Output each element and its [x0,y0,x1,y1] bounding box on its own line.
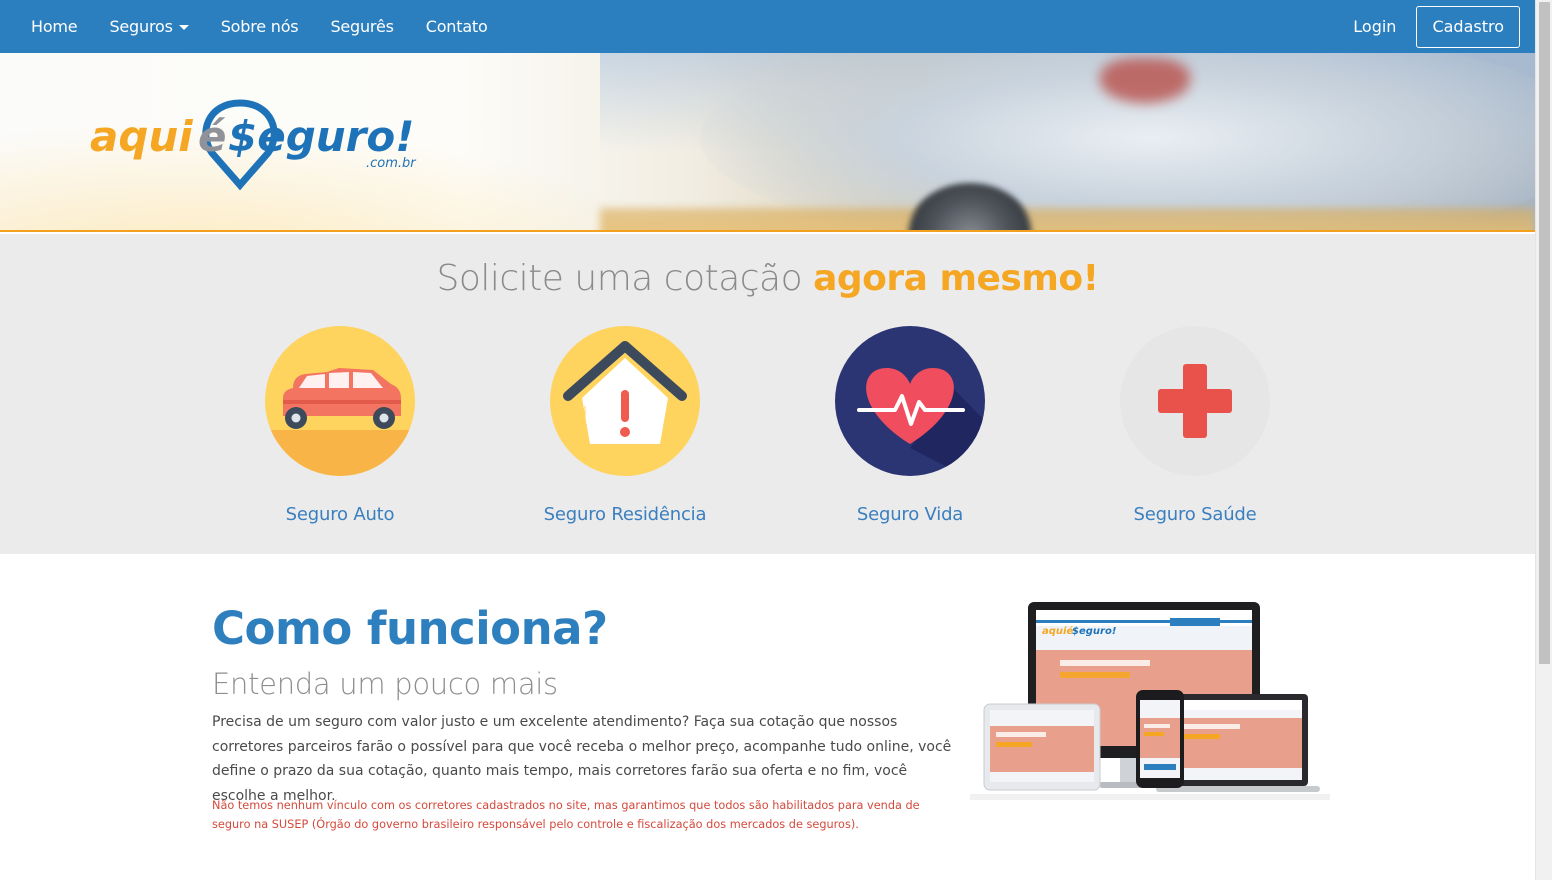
heart-pulse-icon [835,326,985,476]
scrollbar-thumb[interactable] [1539,2,1550,664]
brand-logo-svg: aqui é $eguro! .com.br [90,99,417,191]
brand-domain-text: .com.br [366,156,417,171]
option-saude-label: Seguro Saúde [1133,504,1257,525]
brand-seguro-text: $eguro! [228,112,414,161]
hero-accent-line [0,230,1535,232]
nav-home-label: Home [31,17,78,36]
nav-contato-label: Contato [425,17,488,36]
nav-contato[interactable]: Contato [410,0,504,53]
car-icon [265,326,415,476]
nav-account: Login Cadastro [1353,0,1520,53]
nav-segures[interactable]: Segurês [314,0,409,53]
quote-title-highlight: agora mesmo! [813,258,1099,299]
option-auto-label: Seguro Auto [285,504,395,525]
nav-menu: Home Seguros Sobre nós Segurês Contato [15,0,504,53]
hero-banner: aqui é $eguro! .com.br [0,53,1535,232]
medical-cross-icon [1120,326,1270,476]
page: Home Seguros Sobre nós Segurês Contato L… [0,0,1535,880]
house-alert-icon [550,326,700,476]
nav-seguros-dropdown[interactable]: Seguros [93,0,204,53]
signup-button[interactable]: Cadastro [1416,5,1520,48]
top-navbar: Home Seguros Sobre nós Segurês Contato L… [0,0,1535,53]
quote-title-plain: Solicite uma cotação [436,258,814,299]
brand-logo[interactable]: aqui é $eguro! .com.br [90,93,430,197]
how-disclaimer: Não temos nenhum vínculo com os corretor… [212,799,920,831]
login-link[interactable]: Login [1353,17,1396,36]
svg-text:$eguro!: $eguro! [1072,626,1116,637]
svg-text:aquié: aquié [1042,625,1073,637]
nav-seguros-label: Seguros [109,17,173,36]
how-it-works-section: Como funciona? Entenda um pouco mais Pre… [0,554,1535,880]
how-description: Precisa de um seguro com valor justo e u… [212,714,952,804]
nav-segures-label: Segurês [330,17,394,36]
option-seguro-auto[interactable]: Seguro Auto [220,326,460,525]
option-seguro-residencia[interactable]: Seguro Residência [505,326,745,525]
nav-home[interactable]: Home [15,0,93,53]
hero-car-taillight [1100,58,1190,103]
quote-section: Solicite uma cotação agora mesmo! Seguro [0,234,1535,554]
nav-sobre-label: Sobre nós [220,17,299,36]
brand-e-text: é [198,112,227,161]
responsive-devices-image: aquié $eguro! [970,598,1330,812]
vertical-scrollbar[interactable] [1535,0,1552,880]
how-title: Como funciona? [212,602,608,655]
hero-ground [600,208,1535,232]
how-subtitle: Entenda um pouco mais [212,667,558,701]
option-residencia-label: Seguro Residência [543,504,707,525]
option-vida-label: Seguro Vida [856,504,964,525]
caret-down-icon [178,25,189,30]
brand-aqui-text: aqui [90,112,193,161]
nav-sobre[interactable]: Sobre nós [205,0,315,53]
quote-title: Solicite uma cotação agora mesmo! [0,258,1535,299]
option-seguro-vida[interactable]: Seguro Vida [790,326,1030,525]
option-seguro-saude[interactable]: Seguro Saúde [1075,326,1315,525]
